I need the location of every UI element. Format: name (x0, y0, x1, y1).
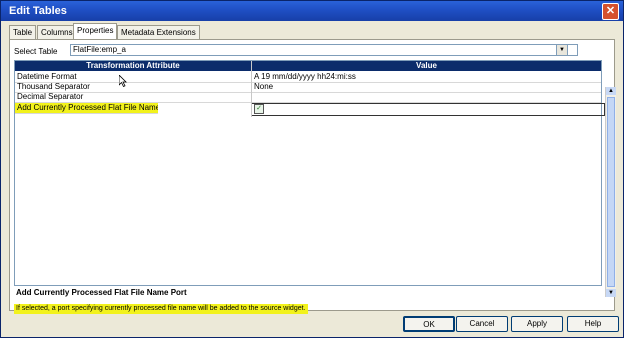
properties-grid: Transformation Attribute Value Datetime … (14, 60, 616, 297)
tab-columns[interactable]: Columns (37, 25, 77, 39)
row-attribute-highlighted[interactable]: Add Currently Processed Flat File Name P… (15, 103, 158, 114)
chevron-down-icon[interactable]: ▼ (556, 44, 568, 56)
tab-metadata-extensions[interactable]: Metadata Extensions (117, 25, 200, 39)
title-bar: Edit Tables ✕ (1, 1, 623, 21)
vertical-scrollbar[interactable]: ▲ ▼ (605, 87, 616, 297)
tab-table[interactable]: Table (9, 25, 37, 39)
scroll-thumb[interactable] (607, 97, 615, 287)
help-button[interactable]: Help (567, 316, 619, 332)
row-value[interactable] (252, 92, 601, 103)
row-value-selected[interactable] (251, 103, 605, 116)
description-title: Add Currently Processed Flat File Name P… (16, 288, 187, 297)
mouse-cursor-icon (119, 75, 127, 87)
cancel-button[interactable]: Cancel (456, 316, 508, 332)
description-text: If selected, a port specifying currently… (14, 304, 308, 314)
apply-button[interactable]: Apply (511, 316, 563, 332)
column-header-attribute: Transformation Attribute (15, 61, 251, 71)
edit-tables-dialog: Edit Tables ✕ Table Columns Properties M… (0, 0, 624, 338)
close-icon[interactable]: ✕ (602, 3, 619, 20)
select-table-label: Select Table (14, 47, 58, 56)
column-header-value: Value (252, 61, 601, 71)
select-table-dropdown[interactable]: FlatFile:emp_a (70, 44, 578, 56)
row-attribute[interactable]: Decimal Separator (15, 92, 251, 103)
scroll-up-icon[interactable]: ▲ (606, 87, 616, 95)
tab-properties[interactable]: Properties (73, 23, 118, 40)
dialog-title: Edit Tables (9, 5, 67, 17)
description-area: Add Currently Processed Flat File Name P… (14, 286, 610, 316)
column-divider (251, 61, 252, 117)
checkmark-icon[interactable]: ✓ (254, 104, 264, 114)
ok-button[interactable]: OK (403, 316, 455, 332)
properties-panel: Select Table FlatFile:emp_a ▼ Transforma… (9, 39, 616, 314)
